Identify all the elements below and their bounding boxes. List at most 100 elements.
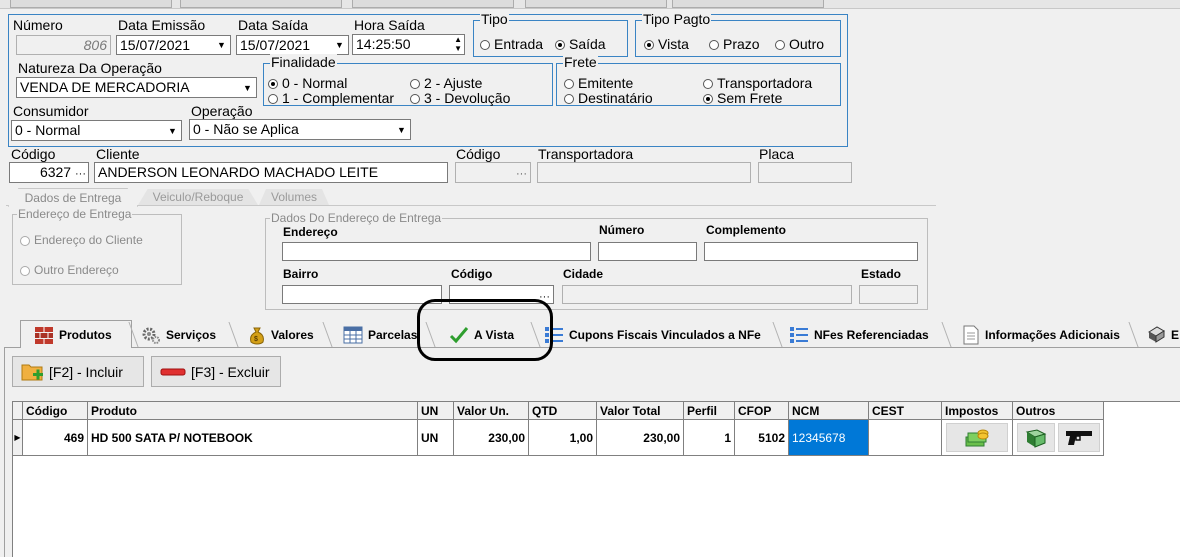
toolbar-button-stub[interactable] bbox=[10, 0, 172, 8]
outros-gun-button[interactable] bbox=[1058, 423, 1100, 452]
excluir-button[interactable]: [F3] - Excluir bbox=[151, 356, 281, 387]
col-impostos-header[interactable]: Impostos bbox=[942, 402, 1013, 420]
radio-finalidade-complementar[interactable]: 1 - Complementar bbox=[268, 90, 394, 106]
spinner-icon[interactable]: ▲ ▼ bbox=[454, 35, 462, 53]
cliente-codigo-value: 6327 bbox=[39, 164, 72, 180]
radio-frete-destinatario[interactable]: Destinatário bbox=[564, 90, 653, 106]
col-cest-header[interactable]: CEST bbox=[869, 402, 942, 420]
tab-valores[interactable]: $ Valores bbox=[248, 322, 314, 348]
radio-finalidade-devolucao[interactable]: 3 - Devolução bbox=[410, 90, 510, 106]
grid-row-indicator[interactable]: ▶ bbox=[13, 420, 23, 456]
tab-produtos[interactable]: Produtos bbox=[34, 322, 112, 348]
pistol-icon bbox=[1066, 430, 1092, 445]
transportadora-codigo-field[interactable]: ··· bbox=[455, 162, 531, 183]
incluir-button[interactable]: [F2] - Incluir bbox=[12, 356, 144, 387]
col-produto-header[interactable]: Produto bbox=[88, 402, 418, 420]
list-icon bbox=[790, 327, 808, 343]
green-book-icon bbox=[1025, 428, 1047, 448]
cell-valor-total[interactable]: 230,00 bbox=[597, 420, 684, 456]
cell-perfil[interactable]: 1 bbox=[684, 420, 735, 456]
col-outros-header[interactable]: Outros bbox=[1013, 402, 1104, 420]
radio-saida[interactable]: Saída bbox=[555, 36, 606, 52]
chevron-down-icon[interactable]: ▼ bbox=[213, 36, 230, 54]
tab-parcelas[interactable]: Parcelas bbox=[343, 322, 417, 348]
chevron-down-icon[interactable]: ▼ bbox=[239, 78, 256, 97]
radio-finalidade-ajuste[interactable]: 2 - Ajuste bbox=[410, 75, 482, 91]
data-saida-field[interactable]: 15/07/2021 ▼ bbox=[236, 35, 349, 55]
tab-dados-entrega-label: Dados de Entrega bbox=[24, 191, 122, 205]
tab-servicos[interactable]: Serviços bbox=[141, 322, 216, 348]
toolbar-button-stub[interactable] bbox=[352, 0, 514, 8]
ellipsis-icon[interactable]: ··· bbox=[516, 168, 527, 180]
outros-book-button[interactable] bbox=[1017, 423, 1055, 452]
complemento-field[interactable] bbox=[704, 242, 918, 261]
cell-un[interactable]: UN bbox=[418, 420, 454, 456]
radio-finalidade-normal-label: 0 - Normal bbox=[282, 75, 348, 91]
radio-frete-emitente[interactable]: Emitente bbox=[564, 75, 633, 91]
cliente-field[interactable]: ANDERSON LEONARDO MACHADO LEITE bbox=[94, 162, 448, 183]
data-emissao-field[interactable]: 15/07/2021 ▼ bbox=[116, 35, 231, 55]
radio-entrada[interactable]: Entrada bbox=[480, 36, 543, 52]
col-codigo-header[interactable]: Código bbox=[23, 402, 88, 420]
cell-cest[interactable] bbox=[869, 420, 942, 456]
tab-veiculo-reboque[interactable]: Veiculo/Reboque bbox=[138, 189, 258, 205]
tab-e[interactable]: E bbox=[1146, 322, 1179, 348]
cell-codigo[interactable]: 469 bbox=[23, 420, 88, 456]
cell-cfop[interactable]: 5102 bbox=[735, 420, 789, 456]
radio-frete-sem-frete[interactable]: Sem Frete bbox=[703, 90, 782, 106]
tipo-title: Tipo bbox=[480, 11, 509, 27]
col-un-header[interactable]: UN bbox=[418, 402, 454, 420]
cell-valor-un[interactable]: 230,00 bbox=[454, 420, 529, 456]
radio-vista[interactable]: Vista bbox=[644, 36, 689, 52]
radio-frete-transportadora[interactable]: Transportadora bbox=[703, 75, 812, 91]
chevron-down-icon[interactable]: ▼ bbox=[164, 121, 181, 140]
radio-prazo[interactable]: Prazo bbox=[709, 36, 760, 52]
hora-saida-field[interactable]: 14:25:50 ▲ ▼ bbox=[352, 34, 465, 55]
cell-outros[interactable] bbox=[1013, 420, 1104, 456]
col-ncm-header[interactable]: NCM bbox=[789, 402, 869, 420]
toolbar-button-stub[interactable] bbox=[180, 0, 342, 8]
tab-separator bbox=[322, 322, 333, 347]
operacao-select[interactable]: 0 - Não se Aplica ▼ bbox=[189, 119, 411, 140]
natureza-select[interactable]: VENDA DE MERCADORIA ▼ bbox=[16, 77, 257, 98]
operacao-label: Operação bbox=[191, 103, 253, 119]
cliente-codigo-field[interactable]: 6327 ··· bbox=[9, 162, 89, 183]
impostos-button[interactable] bbox=[946, 423, 1008, 452]
bairro-field[interactable] bbox=[282, 285, 442, 304]
add-folder-icon bbox=[21, 364, 43, 380]
ellipsis-icon[interactable]: ··· bbox=[75, 168, 86, 180]
hora-saida-label: Hora Saída bbox=[354, 17, 425, 33]
col-valor-total-header[interactable]: Valor Total bbox=[597, 402, 684, 420]
transportadora-field bbox=[537, 162, 751, 183]
cell-ncm[interactable]: 12345678 bbox=[789, 420, 869, 456]
natureza-value: VENDA DE MERCADORIA bbox=[20, 79, 190, 95]
toolbar-button-stub[interactable] bbox=[525, 0, 667, 8]
tab-nfes-referenciadas[interactable]: NFes Referenciadas bbox=[789, 322, 929, 348]
numero-label: Número bbox=[13, 17, 63, 33]
cell-produto[interactable]: HD 500 SATA P/ NOTEBOOK bbox=[88, 420, 418, 456]
radio-finalidade-complementar-label: 1 - Complementar bbox=[282, 90, 395, 106]
radio-finalidade-normal[interactable]: 0 - Normal bbox=[268, 75, 347, 91]
cell-qtd[interactable]: 1,00 bbox=[529, 420, 597, 456]
toolbar-button-stub[interactable] bbox=[672, 0, 824, 8]
tab-cupons-fiscais[interactable]: Cupons Fiscais Vinculados a NFe bbox=[544, 322, 761, 348]
tab-dados-entrega[interactable]: Dados de Entrega bbox=[8, 188, 138, 207]
col-cfop-header[interactable]: CFOP bbox=[735, 402, 789, 420]
tab-veiculo-reboque-label: Veiculo/Reboque bbox=[152, 190, 244, 204]
endereco-field[interactable] bbox=[282, 242, 591, 261]
chevron-down-icon[interactable]: ▼ bbox=[393, 120, 410, 139]
col-valor-un-header[interactable]: Valor Un. bbox=[454, 402, 529, 420]
consumidor-select[interactable]: 0 - Normal ▼ bbox=[11, 120, 182, 141]
tab-informacoes-adicionais[interactable]: Informações Adicionais bbox=[962, 322, 1120, 348]
radio-outro[interactable]: Outro bbox=[775, 36, 824, 52]
numero-endereco-field[interactable] bbox=[598, 242, 697, 261]
bairro-label: Bairro bbox=[283, 267, 319, 281]
chevron-down-icon[interactable]: ▼ bbox=[331, 36, 348, 54]
col-qtd-header[interactable]: QTD bbox=[529, 402, 597, 420]
col-perfil-header[interactable]: Perfil bbox=[684, 402, 735, 420]
radio-outro-endereco[interactable]: Outro Endereço bbox=[20, 263, 119, 277]
cell-impostos[interactable] bbox=[942, 420, 1013, 456]
placa-field bbox=[758, 162, 852, 183]
tab-volumes[interactable]: Volumes bbox=[259, 189, 329, 205]
radio-endereco-cliente[interactable]: Endereço do Cliente bbox=[20, 233, 143, 247]
